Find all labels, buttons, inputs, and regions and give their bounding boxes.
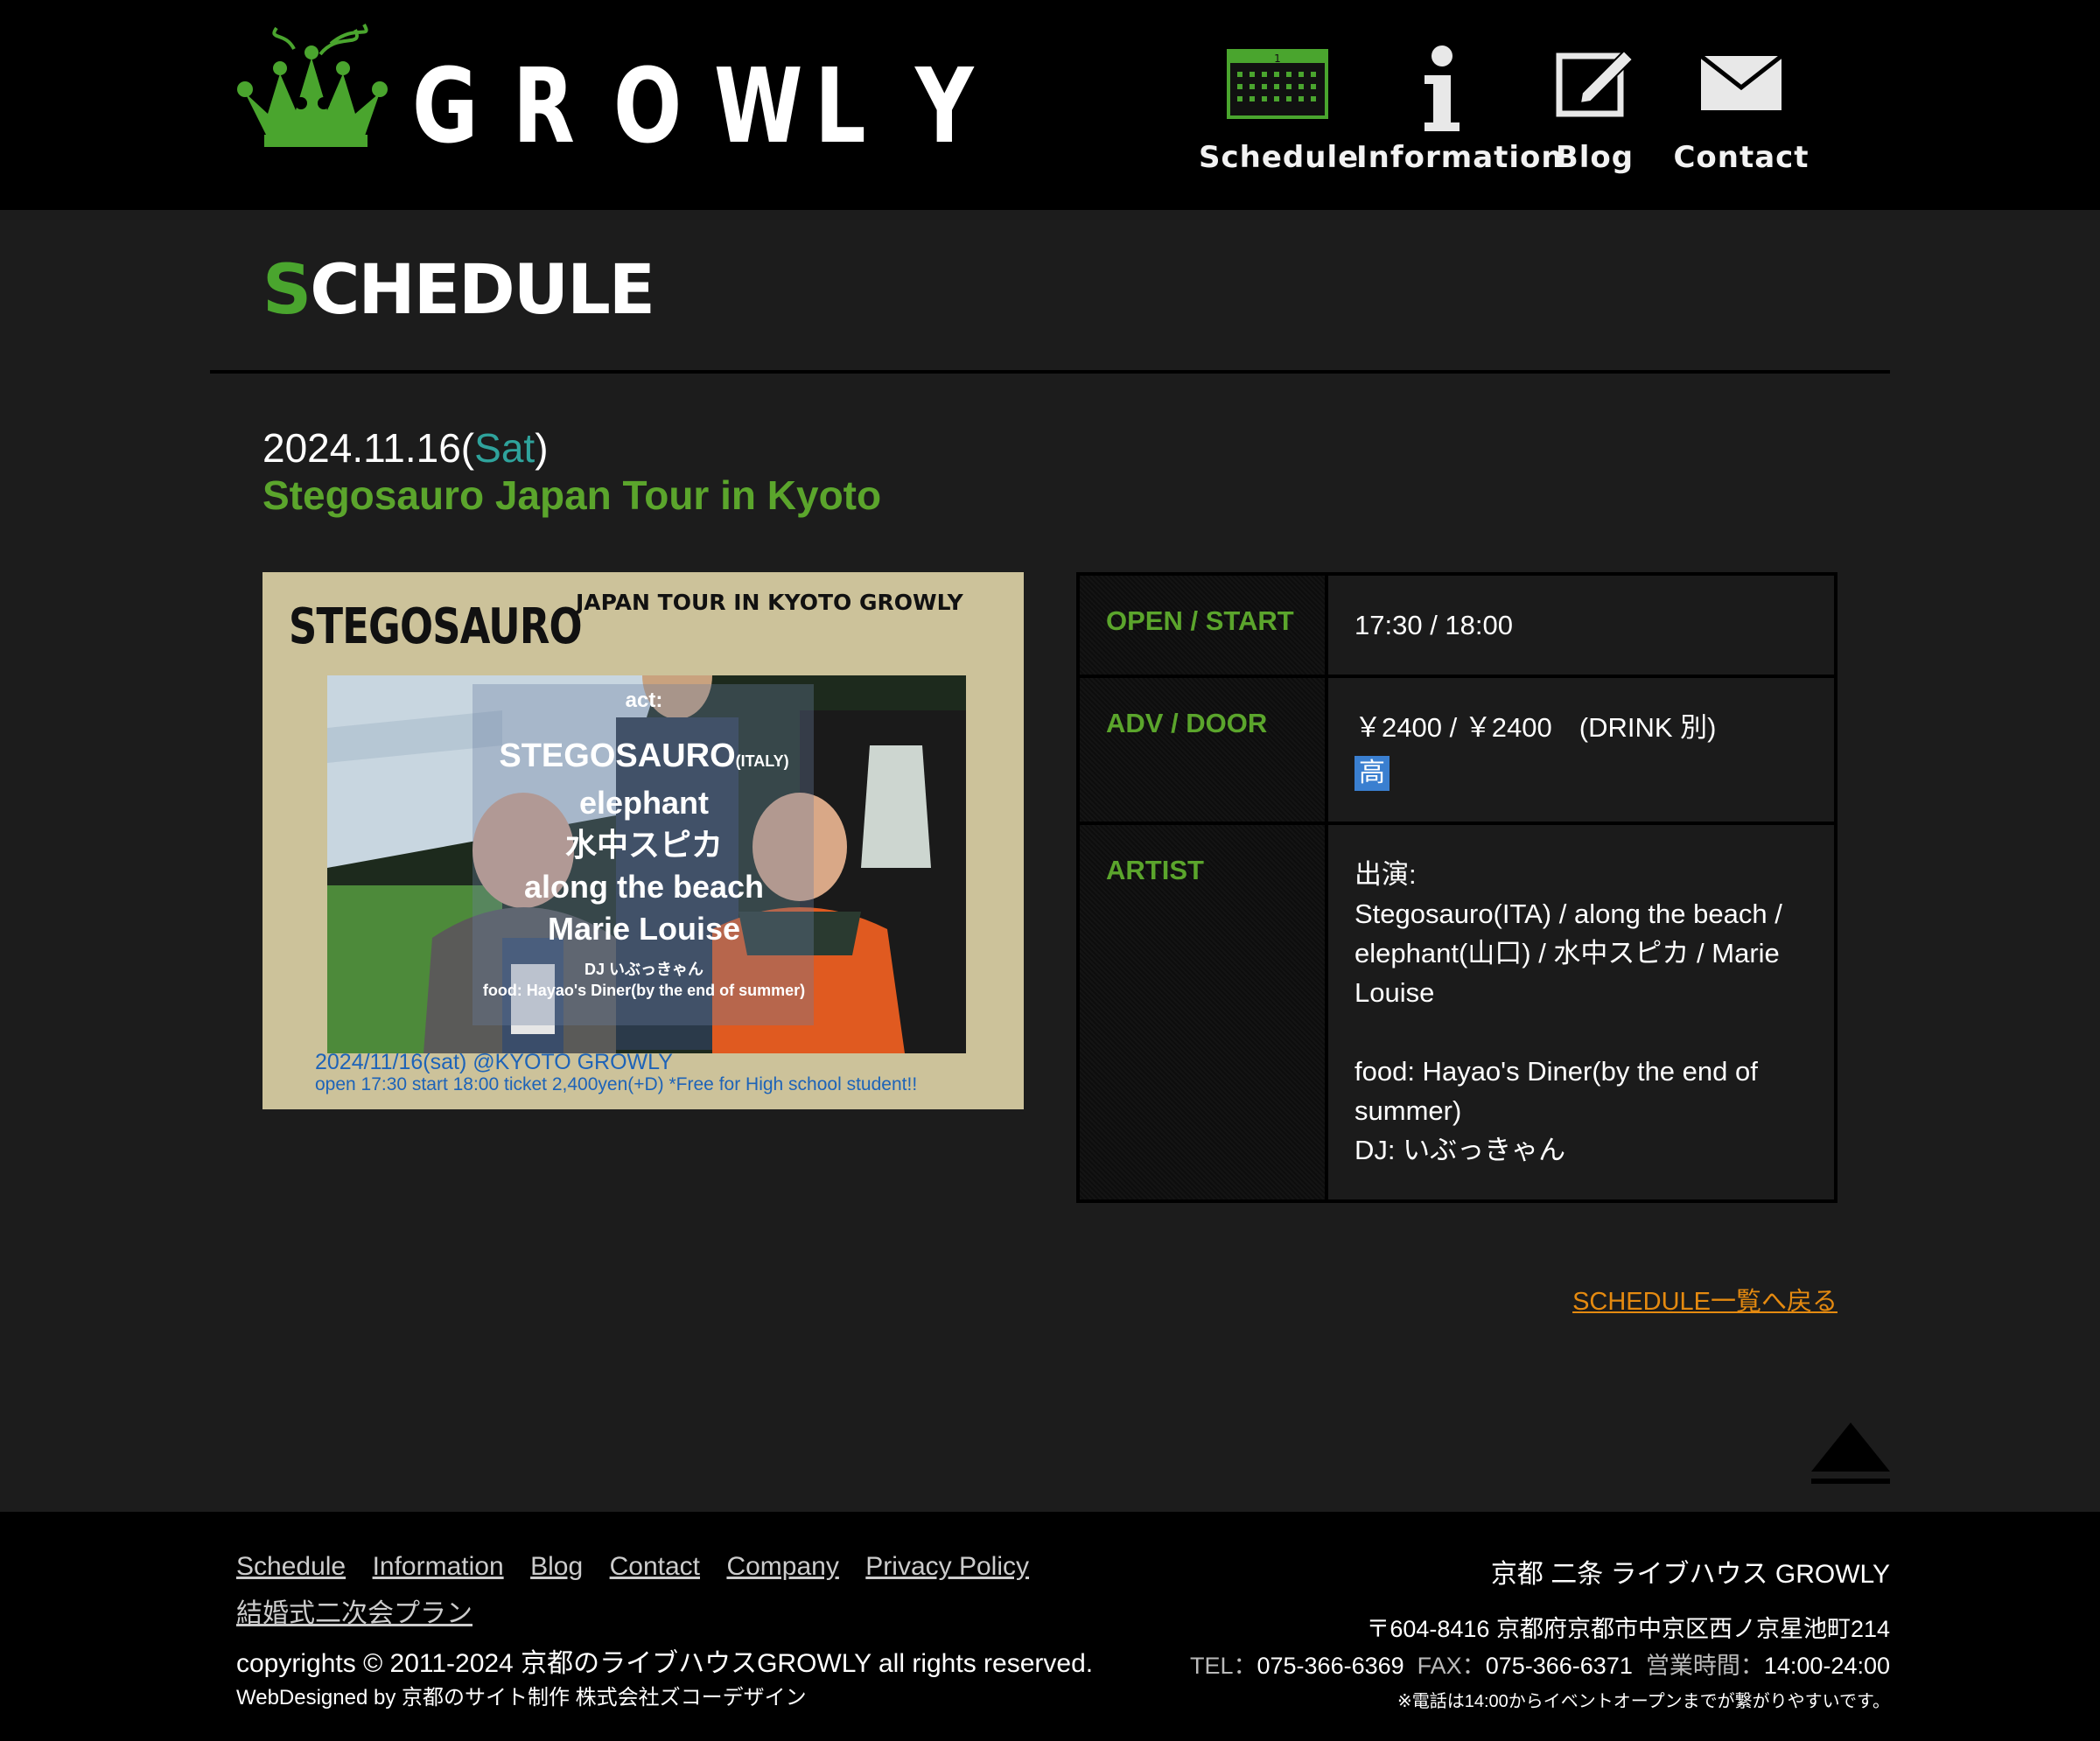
table-row: ARTIST 出演: Stegosauro(ITA) / along the b… xyxy=(1076,822,1838,1203)
flyer-lineup-item: elephant xyxy=(578,785,710,821)
phone-note: ※電話は14:00からイベントオープンまでが繋がりやすいです。 xyxy=(1396,1692,1890,1711)
logo-letter: G xyxy=(412,45,479,166)
footer-link-contact[interactable]: Contact xyxy=(610,1543,700,1591)
pencil-note-icon xyxy=(1556,49,1634,117)
back-to-top-button[interactable] xyxy=(1811,1423,1890,1486)
flyer-food: food: Hayao's Diner(by the end of summer… xyxy=(482,982,806,999)
title-divider xyxy=(210,370,1890,374)
svg-text:1: 1 xyxy=(1274,52,1281,65)
fax-label: FAX： xyxy=(1417,1653,1486,1679)
crown-icon xyxy=(237,24,388,147)
footer-link-information[interactable]: Information xyxy=(373,1543,504,1591)
high-school-badge: 高 xyxy=(1354,756,1390,791)
info-icon xyxy=(1424,45,1460,131)
page-title-initial: S xyxy=(262,251,312,330)
flyer-lineup-item: Marie Louise xyxy=(547,911,741,947)
nav-label: Information xyxy=(1356,140,1564,175)
venue-name: 京都 二条 ライブハウス GROWLY xyxy=(1490,1560,1890,1589)
venue-address: 〒604-8416 京都府京都市中京区西ノ京星池町214 xyxy=(1366,1616,1890,1642)
logo-letter: L xyxy=(815,45,866,166)
artist-line: elephant(山口) / 水中スピカ / Marie xyxy=(1354,938,1780,968)
nav-contact[interactable]: Contact xyxy=(1662,35,1820,184)
flyer-dj: DJ いぶっきゃん xyxy=(584,961,704,978)
artist-line: 出演: xyxy=(1354,859,1417,890)
back-to-schedule-link[interactable]: SCHEDULE一覧へ戻る xyxy=(1572,1281,1838,1318)
site-footer: Schedule Information Blog Contact Compan… xyxy=(0,1512,2100,1741)
nav-label: Contact xyxy=(1673,140,1810,175)
table-row: ADV / DOOR ￥2400 / ￥2400 (DRINK 別) 高 xyxy=(1076,675,1838,825)
event-details-table: OPEN / START 17:30 / 18:00 ADV / DOOR ￥2… xyxy=(1076,572,1838,1203)
page-title: SCHEDULE xyxy=(262,255,655,325)
tel-number: 075-366-6369 xyxy=(1256,1653,1404,1679)
copyright-text: copyrights © 2011-2024 京都のライブハウスGROWLY a… xyxy=(236,1649,1094,1678)
footer-link-wedding-plan[interactable]: 結婚式二次会プラン xyxy=(236,1591,472,1638)
calendar-icon: 1 xyxy=(1227,49,1328,119)
main-nav: 1 Schedule Information Blog Contact xyxy=(1199,35,1820,184)
flyer-date-venue: 2024/11/16(sat) @KYOTO GROWLY xyxy=(315,1050,673,1074)
nav-information[interactable]: Information xyxy=(1356,35,1564,184)
event-date: 2024.11.16(Sat) xyxy=(262,422,549,474)
artist-line: food: Hayao's Diner(by the end of xyxy=(1354,1056,1758,1087)
nav-schedule[interactable]: 1 Schedule xyxy=(1199,35,1360,184)
flyer-headliner-note: (ITALY) xyxy=(735,752,789,770)
flyer-lineup-item: along the beach xyxy=(523,869,765,905)
artist-line xyxy=(1354,1012,1808,1052)
flyer-ticket-info: open 17:30 start 18:00 ticket 2,400yen(+… xyxy=(315,1074,918,1094)
price-cell: ￥2400 / ￥2400 (DRINK 別) 高 xyxy=(1325,675,1838,825)
event-day-of-week: Sat xyxy=(474,425,536,471)
open-start-label: OPEN / START xyxy=(1076,572,1328,678)
price-label: ADV / DOOR xyxy=(1076,675,1328,825)
artist-line: Louise xyxy=(1354,977,1435,1008)
footer-nav: Schedule Information Blog Contact Compan… xyxy=(236,1543,1111,1638)
footer-link-blog[interactable]: Blog xyxy=(530,1543,583,1591)
artist-line: DJ: いぶっきゃん xyxy=(1354,1135,1566,1165)
artist-label: ARTIST xyxy=(1076,822,1328,1203)
footer-link-privacy[interactable]: Privacy Policy xyxy=(865,1543,1029,1591)
table-row: OPEN / START 17:30 / 18:00 xyxy=(1076,572,1838,678)
flyer-lineup-item: 水中スピカ xyxy=(564,827,723,863)
site-header: G R O W L Y 1 Schedule Information Blog … xyxy=(0,0,2100,210)
artist-line: summer) xyxy=(1354,1095,1462,1126)
site-logo[interactable]: G R O W L Y xyxy=(233,23,1020,163)
event-date-text: 2024.11.16( xyxy=(262,425,475,471)
flyer-headliner: STEGOSAURO(ITALY) xyxy=(499,738,789,774)
nav-label: Schedule xyxy=(1199,140,1360,175)
business-hours: 14:00-24:00 xyxy=(1763,1653,1890,1679)
logo-wordmark: G R O W L Y xyxy=(412,45,1016,166)
flyer-lineup: act: STEGOSAURO(ITALY) elephant 水中スピカ al… xyxy=(472,688,816,1001)
triangle-up-icon xyxy=(1811,1423,1890,1484)
logo-letter: O xyxy=(613,45,682,166)
footer-link-company[interactable]: Company xyxy=(726,1543,838,1591)
tel-label: TEL： xyxy=(1189,1653,1257,1679)
nav-blog[interactable]: Blog xyxy=(1527,35,1662,184)
artist-line: Stegosauro(ITA) / along the beach / xyxy=(1354,898,1782,929)
footer-link-schedule[interactable]: Schedule xyxy=(236,1543,346,1591)
event-title: Stegosauro Japan Tour in Kyoto xyxy=(262,472,882,518)
logo-letter: R xyxy=(513,45,575,166)
page-title-rest: CHEDULE xyxy=(310,251,655,330)
nav-label: Blog xyxy=(1555,140,1634,175)
logo-letter: W xyxy=(714,45,803,166)
web-designer-credit: WebDesigned by 京都のサイト制作 株式会社ズコーデザイン xyxy=(236,1686,807,1710)
flyer-act-label: act: xyxy=(625,689,663,712)
flyer-tour: JAPAN TOUR IN KYOTO GROWLY xyxy=(576,590,963,615)
venue-contact-line: TEL：075-366-6369 FAX：075-366-6371 営業時間：1… xyxy=(1190,1647,1890,1681)
artist-cell: 出演: Stegosauro(ITA) / along the beach / … xyxy=(1325,822,1838,1203)
price-value: ￥2400 / ￥2400 (DRINK 別) xyxy=(1354,712,1717,743)
open-start-value: 17:30 / 18:00 xyxy=(1325,572,1838,678)
hours-label: 営業時間： xyxy=(1645,1653,1764,1679)
event-flyer: STEGOSAURO JAPAN TOUR IN KYOTO GROWLY ac… xyxy=(262,572,1024,1109)
envelope-icon xyxy=(1699,54,1783,110)
fax-number: 075-366-6371 xyxy=(1485,1653,1633,1679)
event-date-close: ) xyxy=(535,425,549,471)
flyer-brand: STEGOSAURO xyxy=(289,598,583,655)
logo-letter: Y xyxy=(915,45,974,166)
